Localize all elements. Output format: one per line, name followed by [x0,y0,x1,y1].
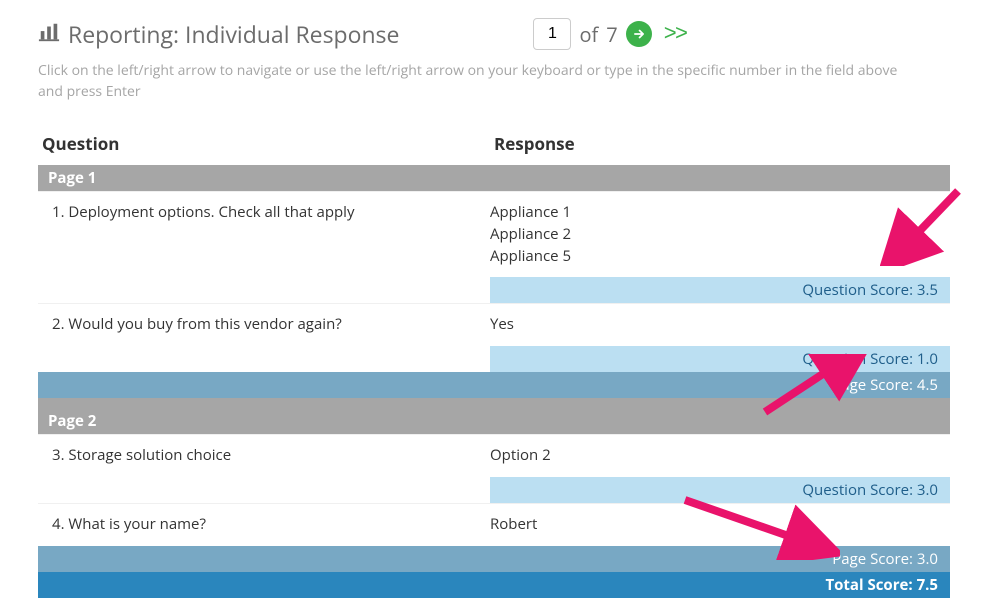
question-row: 4. What is your name?Robert [38,503,950,546]
question-row: 2. Would you buy from this vendor again?… [38,303,950,346]
response-text: Option 2 [490,445,936,467]
question-score-bar: Question Score: 3.5 [490,277,950,303]
column-header-question: Question [42,132,494,155]
question-text: 3. Storage solution choice [52,445,490,467]
question-row: 3. Storage solution choiceOption 2 [38,434,950,477]
question-row: 1. Deployment options. Check all that ap… [38,191,950,277]
next-double-arrow-button[interactable]: >> [660,22,690,47]
page-band: Page 1 [38,165,950,191]
of-label: of [579,21,598,48]
response-text: Robert [490,514,936,536]
page-number-input[interactable] [533,18,571,50]
chart-icon [38,18,60,50]
column-header-response: Response [494,132,575,155]
response-text: Appliance 1Appliance 2Appliance 5 [490,202,936,267]
go-button[interactable] [626,21,652,47]
response-text: Yes [490,314,936,336]
page-title: Reporting: Individual Response [68,18,399,50]
page-score-bar: Page Score: 3.0 [38,546,950,572]
divider [38,398,950,408]
question-text: 2. Would you buy from this vendor again? [52,314,490,336]
page-total: 7 [606,21,617,48]
question-score-bar: Question Score: 3.0 [490,477,950,503]
total-score-bar: Total Score: 7.5 [38,572,950,598]
page-band: Page 2 [38,408,950,434]
question-text: 4. What is your name? [52,514,490,536]
page-score-bar: Page Score: 4.5 [38,372,950,398]
question-score-bar: Question Score: 1.0 [490,346,950,372]
question-text: 1. Deployment options. Check all that ap… [52,202,490,267]
help-text: Click on the left/right arrow to navigat… [38,60,918,102]
